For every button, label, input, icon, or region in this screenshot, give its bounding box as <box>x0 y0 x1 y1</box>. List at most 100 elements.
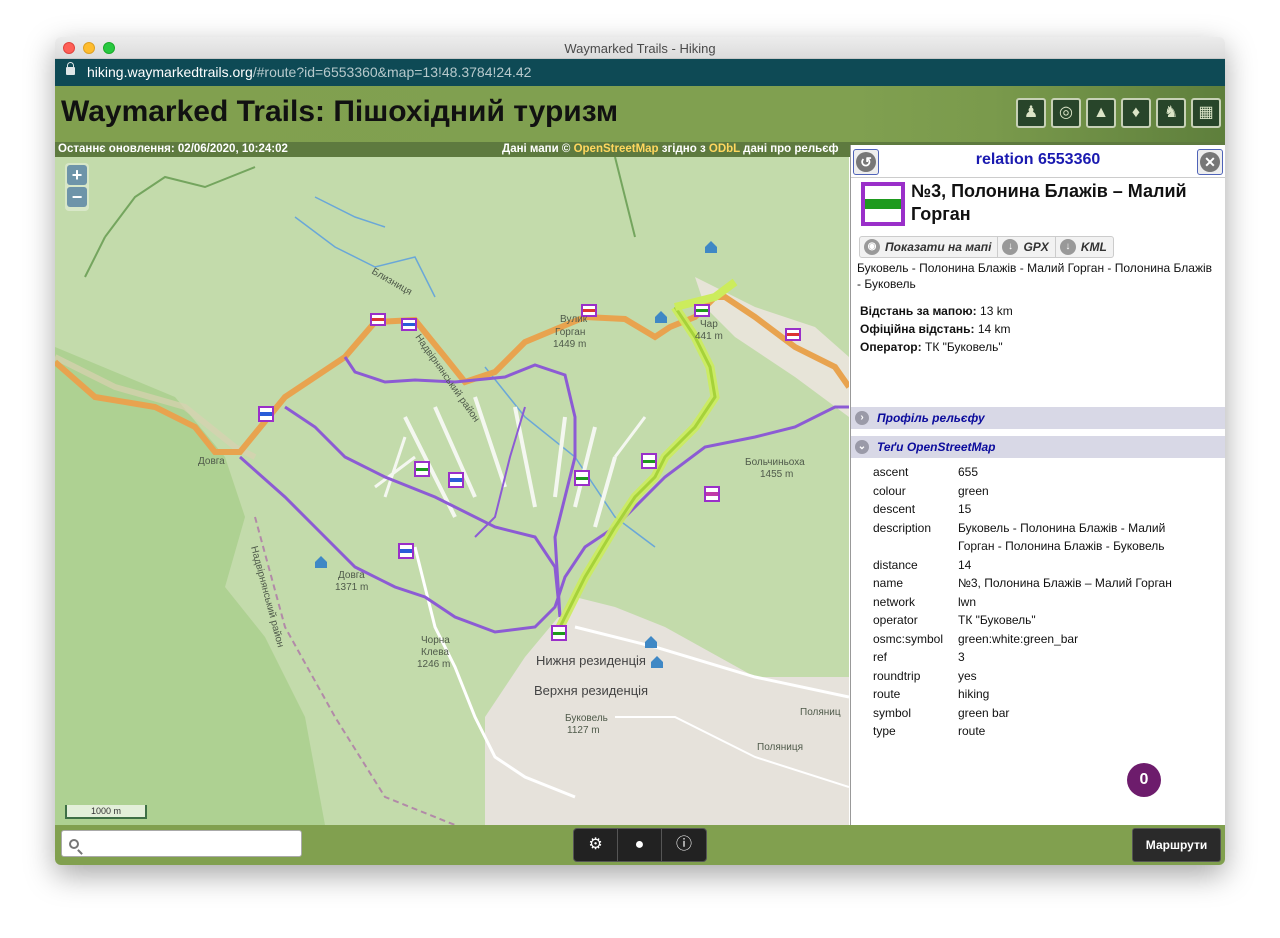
map-label-dovha2-elev: 1371 m <box>335 582 368 593</box>
slopes-icon[interactable]: ▦ <box>1191 98 1221 128</box>
elevation-profile-label: Профіль рельєфу <box>877 411 985 425</box>
kml-label: KML <box>1080 240 1107 254</box>
map-label-kleva: Клева <box>421 647 449 658</box>
tag-row: operator ТК "Буковель" <box>873 611 1198 630</box>
url-text[interactable]: hiking.waymarkedtrails.org/#route?id=655… <box>87 64 531 80</box>
map-canvas[interactable]: Близниця Надвірнянський район Вулик Горг… <box>55 157 849 825</box>
tag-value: 15 <box>958 502 972 516</box>
map-label-bolchyn-elev: 1455 m <box>760 469 793 480</box>
route-facts: Відстань за мапою: 13 km Офіційна відста… <box>860 302 1013 356</box>
attrib-suffix: дані про рельєф <box>743 143 839 155</box>
tag-key: network <box>873 594 916 609</box>
odbl-link[interactable]: ODbL <box>709 143 740 155</box>
map-label-dovha2: Довга <box>338 570 365 581</box>
close-panel-button[interactable]: ✕ <box>1197 149 1223 175</box>
bottom-toolbar: ⚙ ● ⓘ Маршрути <box>55 825 1225 865</box>
attribution: Дані мапи © OpenStreetMap згідно з ODbL … <box>502 142 839 157</box>
tag-row: distance 14 <box>873 556 1198 575</box>
theme-switcher: ♟ ◎ ▲ ♦ ♞ ▦ <box>1016 98 1221 128</box>
gpx-download-button[interactable]: ↓ GPX <box>998 237 1056 257</box>
tag-row: ref 3 <box>873 648 1198 667</box>
info-icon: ⓘ <box>675 836 692 853</box>
map-label-hhorhan-elev: 1449 m <box>553 339 586 350</box>
settings-button[interactable]: ⚙ <box>574 829 618 861</box>
zoom-out-button[interactable]: − <box>67 187 87 207</box>
tag-key: name <box>873 576 904 590</box>
osm-tags-section[interactable]: ⌄ Теґи OpenStreetMap <box>851 436 1225 458</box>
mtb-icon[interactable]: ▲ <box>1086 98 1116 128</box>
tag-value: yes <box>958 668 977 683</box>
tag-row: symbol green bar <box>873 704 1198 723</box>
operator-label: Оператор: <box>860 340 922 354</box>
tags-table: ascent 655 colour green descent 15 descript… <box>873 463 1198 741</box>
cycling-icon[interactable]: ◎ <box>1051 98 1081 128</box>
map-label-bukovel: Буковель <box>565 713 608 724</box>
address-bar[interactable]: hiking.waymarkedtrails.org/#route?id=655… <box>55 59 1225 86</box>
route-name: №3, Полонина Блажів – Малий Горган <box>911 181 1187 224</box>
window-title: Waymarked Trails - Hiking <box>564 41 716 56</box>
tag-key: description <box>873 520 932 535</box>
url-path: /#route?id=6553360&map=13!48.3784!24.42 <box>252 64 532 80</box>
map-label-chari: Чар <box>700 319 718 330</box>
site-title[interactable]: Waymarked Trails: Пішохідний туризм <box>61 95 618 129</box>
tag-key: descent <box>873 502 916 516</box>
tag-key: type <box>873 724 896 738</box>
official-distance-row: Офіційна відстань: 14 km <box>860 320 1013 338</box>
skating-icon[interactable]: ♦ <box>1121 98 1151 128</box>
location-button[interactable]: ● <box>618 829 662 861</box>
last-update: Останнє оновлення: 02/06/2020, 10:24:02 <box>58 143 288 155</box>
map-label-verkhnia: Верхня резиденція <box>534 683 648 698</box>
hiking-icon[interactable]: ♟ <box>1016 98 1046 128</box>
elevation-profile-section[interactable]: › Профіль рельєфу <box>851 407 1225 429</box>
tag-value: route <box>958 724 986 738</box>
attrib-mid: згідно з <box>661 143 706 155</box>
tag-row: roundtrip yes <box>873 667 1198 686</box>
tag-value: hiking <box>958 687 990 701</box>
operator-value: ТК "Буковель" <box>924 340 1003 354</box>
tag-value: 14 <box>958 557 972 572</box>
tag-row: ascent 655 <box>873 463 1198 482</box>
map-label-hhorhan: Горган <box>555 327 585 338</box>
download-icon: ↓ <box>1002 239 1019 255</box>
map-label-dovha: Довга <box>198 456 225 467</box>
map-label-bolchyn: Больчиньоха <box>745 457 805 468</box>
map-tools: ⚙ ● ⓘ <box>573 828 707 862</box>
route-description: Буковель - Полонина Блажів - Малий Горга… <box>857 261 1213 291</box>
osm-link[interactable]: OpenStreetMap <box>574 143 659 155</box>
show-on-map-button[interactable]: ◉ Показати на мапі <box>860 237 999 257</box>
tag-row: network lwn <box>873 593 1198 612</box>
map-view[interactable]: Близниця Надвірнянський район Вулик Горг… <box>55 157 849 825</box>
route-actions: ◉ Показати на мапі ↓ GPX ↓ KML <box>859 236 1114 258</box>
tag-value: lwn <box>958 594 977 609</box>
map-distance-label: Відстань за мапою: <box>860 304 977 318</box>
map-distance-value: 13 km <box>980 304 1013 318</box>
route-details-panel: ↺ relation 6553360 ✕ №3, Полонина Блажів… <box>850 145 1225 825</box>
download-icon: ↓ <box>1059 239 1076 255</box>
tag-value: 655 <box>958 465 979 479</box>
tag-value: green <box>958 483 989 498</box>
tag-value: green:white:green_bar <box>958 631 1079 646</box>
tag-key: roundtrip <box>873 668 921 683</box>
tag-row: description Буковель - Полонина Блажів - … <box>873 519 1198 556</box>
routes-button[interactable]: Маршрути <box>1132 828 1221 862</box>
tag-row: type route <box>873 722 1198 741</box>
kml-download-button[interactable]: ↓ KML <box>1056 237 1113 257</box>
tag-value: №3, Полонина Блажів – Малий Горган <box>958 576 1172 590</box>
chevron-right-icon: › <box>855 411 869 425</box>
search-input[interactable] <box>61 830 302 857</box>
tag-key: ascent <box>873 465 909 479</box>
title-bar: Waymarked Trails - Hiking <box>55 37 1225 59</box>
tag-key: symbol <box>873 705 912 720</box>
routes-count-badge[interactable]: 0 <box>1127 763 1161 797</box>
url-host: hiking.waymarkedtrails.org <box>87 64 253 80</box>
tag-row: route hiking <box>873 685 1198 704</box>
browser-window: Waymarked Trails - Hiking hiking.waymark… <box>55 37 1225 865</box>
info-button[interactable]: ⓘ <box>662 829 706 861</box>
map-label-vulyk: Вулик <box>560 314 588 325</box>
map-label-chari-elev: 441 m <box>695 331 723 342</box>
riding-icon[interactable]: ♞ <box>1156 98 1186 128</box>
zoom-in-button[interactable]: + <box>67 165 87 185</box>
official-distance-value: 14 km <box>977 322 1011 336</box>
tag-row: name №3, Полонина Блажів – Малий Горган <box>873 574 1198 593</box>
osm-tags-label: Теґи OpenStreetMap <box>877 440 996 454</box>
